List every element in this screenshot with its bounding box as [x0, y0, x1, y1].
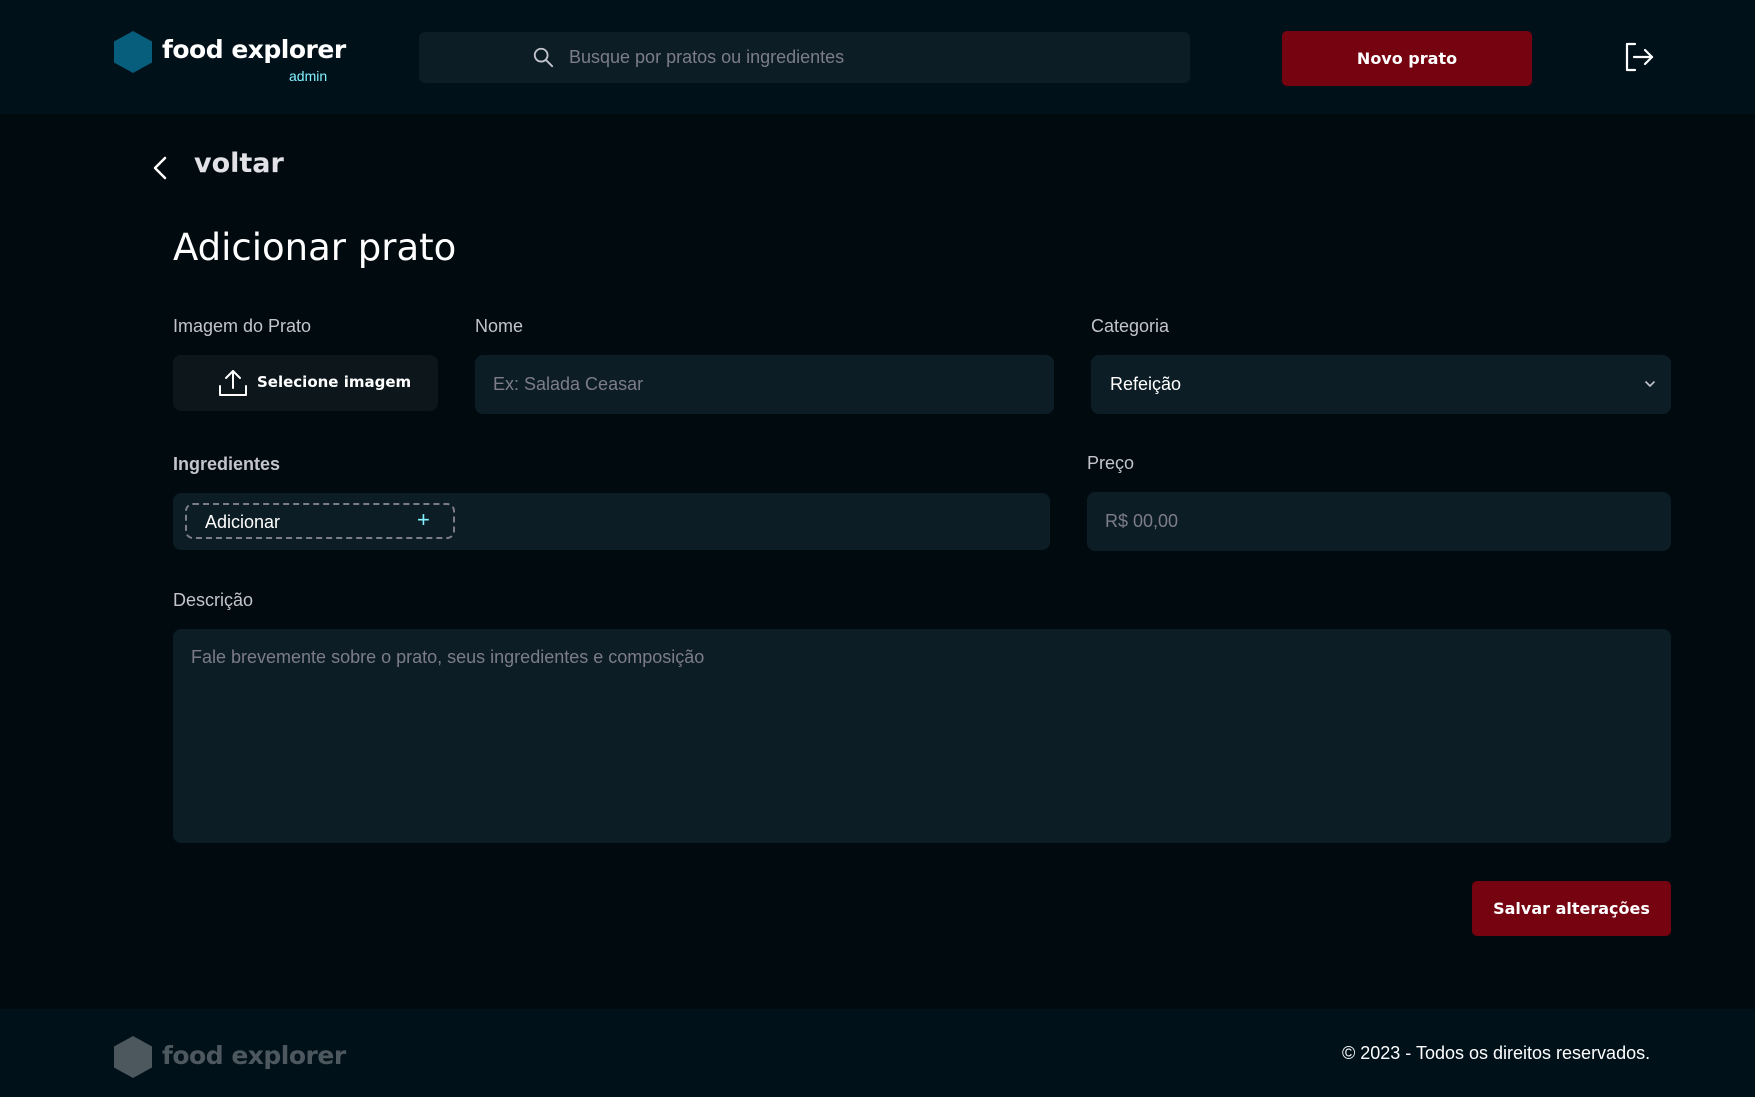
role-badge: admin	[289, 68, 328, 84]
ingredients-label: Ingredientes	[173, 454, 281, 474]
new-dish-button[interactable]: Novo prato	[1282, 31, 1532, 86]
hexagon-logo-icon	[114, 1036, 152, 1078]
search-bar	[419, 32, 1190, 83]
price-input[interactable]	[1087, 492, 1671, 551]
plus-icon: +	[417, 507, 430, 532]
chevron-left-icon	[153, 156, 167, 180]
description-label: Descrição	[173, 590, 254, 610]
hexagon-logo-icon	[114, 31, 152, 73]
logout-icon[interactable]	[1622, 40, 1656, 74]
brand-name: food explorer	[162, 35, 346, 64]
price-label: Preço	[1087, 453, 1135, 473]
save-button[interactable]: Salvar alterações	[1472, 881, 1671, 936]
back-label: voltar	[194, 148, 284, 179]
select-image-label: Selecione imagem	[257, 373, 412, 391]
add-ingredient-button[interactable]: Adicionar +	[185, 503, 455, 539]
category-label: Categoria	[1091, 316, 1170, 336]
category-value: Refeição	[1110, 374, 1182, 394]
ingredients-field: Adicionar +	[173, 493, 1050, 550]
image-label: Imagem do Prato	[173, 316, 312, 336]
page-title: Adicionar prato	[173, 226, 457, 269]
footer-brand-name: food explorer	[162, 1041, 346, 1070]
copyright-text: © 2023 - Todos os direitos reservados.	[1342, 1043, 1651, 1063]
category-select[interactable]: Refeição	[1091, 355, 1671, 414]
upload-icon	[219, 370, 247, 396]
name-label: Nome	[475, 316, 524, 336]
add-ingredient-label: Adicionar	[205, 512, 281, 532]
chevron-down-icon	[1645, 381, 1655, 387]
description-textarea[interactable]	[173, 629, 1671, 843]
search-input[interactable]	[569, 32, 1149, 83]
search-icon	[533, 47, 554, 68]
name-input[interactable]	[475, 355, 1054, 414]
header: food explorer admin Novo prato	[0, 0, 1755, 114]
select-image-button[interactable]: Selecione imagem	[173, 355, 438, 411]
footer: food explorer © 2023 - Todos os direitos…	[0, 1009, 1755, 1097]
